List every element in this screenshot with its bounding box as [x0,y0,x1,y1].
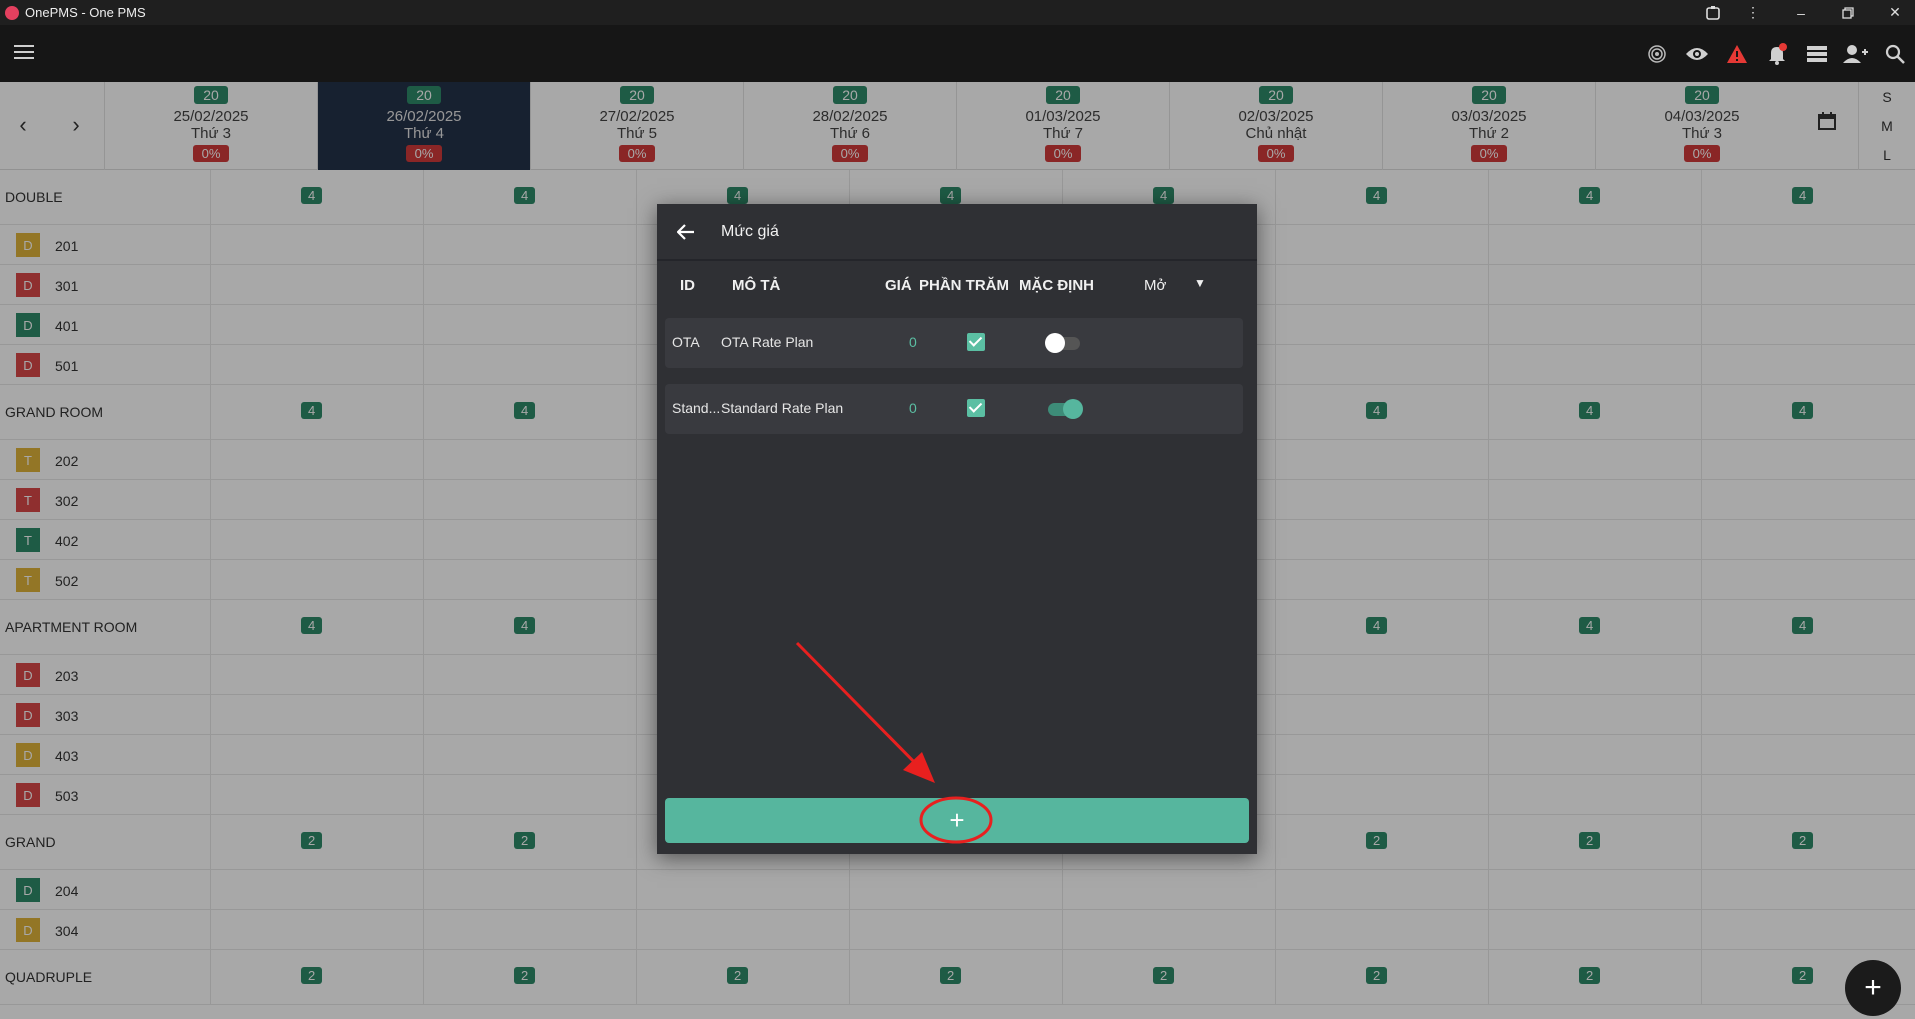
add-user-icon[interactable] [1843,41,1869,67]
eye-icon[interactable] [1684,41,1710,67]
percent-checkbox[interactable] [967,399,985,417]
fingerprint-icon[interactable] [1644,41,1670,67]
row-price: 0 [909,400,917,416]
row-id: Stand... [672,400,721,416]
rate-plan-dialog: Mức giá ID MÔ TẢ GIÁ PHẦN TRĂM MẶC ĐỊNH … [657,204,1257,854]
dialog-header: Mức giá [657,204,1257,261]
default-toggle[interactable] [1045,399,1083,419]
restore-icon[interactable] [1828,0,1868,25]
window-titlebar: OnePMS - One PMS ⋮ – ✕ [0,0,1915,25]
status-filter-select[interactable]: Mở ▼ [1144,276,1206,294]
add-label: + [949,805,965,835]
extension-icon[interactable] [1693,0,1733,25]
col-desc: MÔ TẢ [732,277,781,294]
dropdown-arrow-icon: ▼ [1194,276,1206,290]
add-rate-plan-button[interactable]: + [665,798,1249,843]
bell-icon[interactable] [1764,41,1790,67]
window-title: OnePMS - One PMS [25,5,146,20]
row-price: 0 [909,334,917,350]
app-logo-icon [5,5,19,20]
add-fab-button[interactable]: + [1845,960,1901,1016]
row-desc: OTA Rate Plan [721,334,814,350]
search-icon[interactable] [1882,41,1908,67]
app-header [0,25,1915,82]
back-arrow-icon[interactable] [673,219,699,245]
menu-icon[interactable] [14,45,34,61]
dialog-title: Mức giá [721,222,779,240]
table-header: ID MÔ TẢ GIÁ PHẦN TRĂM MẶC ĐỊNH Mở ▼ [657,261,1257,311]
row-desc: Standard Rate Plan [721,400,844,416]
col-id: ID [680,277,695,294]
col-price: GIÁ [885,277,912,294]
more-icon[interactable]: ⋮ [1733,0,1773,25]
table-row[interactable]: Stand... Standard Rate Plan 0 [665,384,1243,434]
percent-checkbox[interactable] [967,333,985,351]
col-default: MẶC ĐỊNH [1019,277,1094,294]
row-id: OTA [672,334,700,350]
fab-label: + [1864,971,1882,1004]
col-percent: PHẦN TRĂM [919,277,1009,294]
default-toggle[interactable] [1045,333,1083,353]
status-filter-value: Mở [1144,277,1167,294]
close-icon[interactable]: ✕ [1875,0,1915,25]
warning-icon[interactable] [1724,41,1750,67]
table-row[interactable]: OTA OTA Rate Plan 0 [665,318,1243,368]
list-icon[interactable] [1804,41,1830,67]
minimize-icon[interactable]: – [1781,0,1821,25]
